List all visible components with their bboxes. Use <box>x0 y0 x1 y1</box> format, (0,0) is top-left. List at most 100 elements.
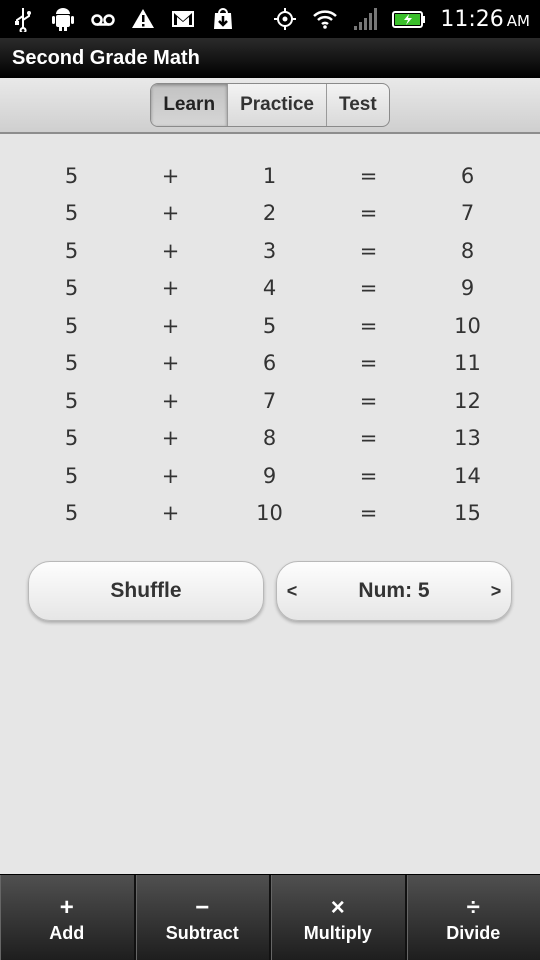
warning-icon <box>130 6 156 32</box>
operand-a: 5 <box>64 501 79 526</box>
table-row: 5 + 4 = 9 <box>22 270 517 308</box>
tab-multiply-label: Multiply <box>303 923 372 943</box>
operator: + <box>161 276 180 301</box>
next-number-button[interactable]: > <box>489 581 503 602</box>
tab-add[interactable]: + Add <box>0 875 136 960</box>
operand-b: 6 <box>262 351 277 376</box>
table-row: 5 + 7 = 12 <box>22 382 517 420</box>
plus-icon: + <box>59 894 74 921</box>
equals-sign: = <box>359 163 378 188</box>
result: 7 <box>460 201 475 226</box>
result: 8 <box>460 238 475 263</box>
mode-segmented-control: Learn Practice Test <box>150 83 390 127</box>
app-title-bar: Second Grade Math <box>0 38 540 78</box>
operand-b: 3 <box>262 238 277 263</box>
equals-sign: = <box>359 201 378 226</box>
gmail-icon <box>170 6 196 32</box>
previous-number-button[interactable]: < <box>285 581 299 602</box>
clock-time: 11:26 <box>440 6 504 32</box>
equals-sign: = <box>359 501 378 526</box>
operand-a: 5 <box>64 313 79 338</box>
operand-b: 10 <box>256 501 283 526</box>
operand-b: 1 <box>262 163 277 188</box>
table-row: 5 + 3 = 8 <box>22 232 517 270</box>
operator: + <box>161 388 180 413</box>
operand-a: 5 <box>64 276 79 301</box>
operator: + <box>161 426 180 451</box>
equals-sign: = <box>359 313 378 338</box>
operand-a: 5 <box>64 463 79 488</box>
table-row: 5 + 9 = 14 <box>22 457 517 495</box>
tab-multiply[interactable]: × Multiply <box>271 875 407 960</box>
tab-learn[interactable]: Learn <box>151 84 229 126</box>
operator: + <box>161 238 180 263</box>
system-icons: 11:26 AM <box>272 6 530 32</box>
operator: + <box>161 351 180 376</box>
number-label: Num: 5 <box>358 579 430 602</box>
operand-a: 5 <box>64 238 79 263</box>
result: 13 <box>454 426 481 451</box>
operand-b: 7 <box>262 388 277 413</box>
equals-sign: = <box>359 351 378 376</box>
operator: + <box>161 201 180 226</box>
voicemail-icon <box>90 6 116 32</box>
android-debug-icon <box>50 6 76 32</box>
operand-a: 5 <box>64 388 79 413</box>
shuffle-label: Shuffle <box>110 579 182 602</box>
operand-b: 5 <box>262 313 277 338</box>
operand-a: 5 <box>64 351 79 376</box>
table-row: 5 + 5 = 10 <box>22 307 517 345</box>
divide-icon: ÷ <box>466 894 480 921</box>
number-selector: < Num: 5 > <box>276 561 512 621</box>
operand-b: 8 <box>262 426 277 451</box>
operation-tab-bar: + Add − Subtract × Multiply ÷ Divide <box>0 874 540 960</box>
operand-a: 5 <box>64 426 79 451</box>
equals-sign: = <box>359 238 378 263</box>
operator: + <box>161 501 180 526</box>
equals-sign: = <box>359 388 378 413</box>
tab-test[interactable]: Test <box>327 84 389 126</box>
notification-icons <box>10 6 236 32</box>
tab-add-label: Add <box>49 923 85 943</box>
app-title: Second Grade Math <box>12 47 200 69</box>
gps-icon <box>272 6 298 32</box>
clock: 11:26 AM <box>440 7 530 32</box>
table-row: 5 + 2 = 7 <box>22 195 517 233</box>
equals-sign: = <box>359 463 378 488</box>
battery-charging-icon <box>392 6 426 32</box>
tab-subtract[interactable]: − Subtract <box>136 875 271 960</box>
shuffle-button[interactable]: Shuffle <box>28 561 264 621</box>
operand-b: 2 <box>262 201 277 226</box>
tab-divide[interactable]: ÷ Divide <box>407 875 540 960</box>
result: 15 <box>454 501 481 526</box>
usb-icon <box>10 6 36 32</box>
table-row: 5 + 8 = 13 <box>22 420 517 458</box>
result: 6 <box>460 163 475 188</box>
result: 11 <box>454 351 481 376</box>
table-row: 5 + 6 = 11 <box>22 345 517 383</box>
operator: + <box>161 463 180 488</box>
operand-b: 9 <box>262 463 277 488</box>
table-row: 5 + 10 = 15 <box>22 495 517 533</box>
result: 10 <box>454 313 481 338</box>
operator: + <box>161 163 180 188</box>
math-table: 5 + 1 = 6 5 + 2 = 7 5 + 3 = 8 5 + 4 = 9 … <box>22 157 517 532</box>
operand-a: 5 <box>64 163 79 188</box>
operand-a: 5 <box>64 201 79 226</box>
result: 14 <box>454 463 481 488</box>
wifi-icon <box>312 6 338 32</box>
status-bar: 11:26 AM <box>0 0 540 38</box>
tab-divide-label: Divide <box>446 923 501 943</box>
download-icon <box>210 6 236 32</box>
equals-sign: = <box>359 426 378 451</box>
tab-practice[interactable]: Practice <box>228 84 328 126</box>
operand-b: 4 <box>262 276 277 301</box>
result: 12 <box>454 388 481 413</box>
clock-ampm: AM <box>506 11 530 30</box>
tab-subtract-label: Subtract <box>165 923 239 943</box>
multiply-icon: × <box>330 894 345 921</box>
minus-icon: − <box>195 894 210 921</box>
table-row: 5 + 1 = 6 <box>22 157 517 195</box>
operator: + <box>161 313 180 338</box>
signal-icon <box>352 6 378 32</box>
